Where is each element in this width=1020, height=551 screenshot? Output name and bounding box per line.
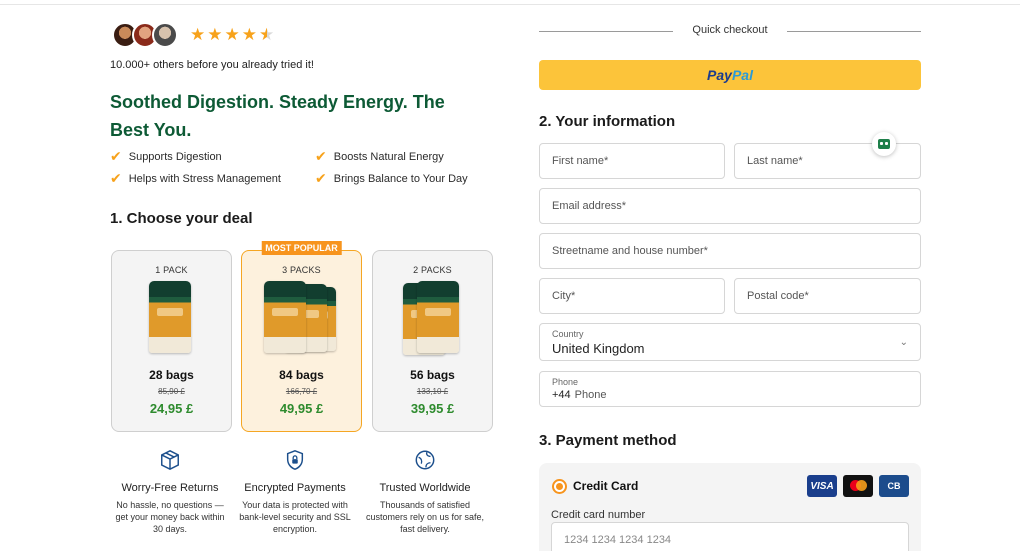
benefits-list: ✔ Supports Digestion ✔ Boosts Natural Ener… xyxy=(110,149,495,187)
country-select[interactable]: Country United Kingdom ⌄ xyxy=(539,323,921,361)
street-field[interactable]: Streetname and house number* xyxy=(539,233,921,269)
phone-country-code[interactable]: +44 xyxy=(552,389,571,401)
feature-description: No hassle, no questions — get your money… xyxy=(115,500,225,534)
trust-features: Worry-Free Returns No hassle, no questio… xyxy=(110,449,495,535)
box-return-icon xyxy=(161,450,179,470)
top-divider xyxy=(0,4,1020,5)
card-number-input[interactable]: 1234 1234 1234 1234 xyxy=(551,522,909,551)
pack-label: 1 PACK xyxy=(155,265,188,275)
product-image xyxy=(112,281,231,355)
star-icon: ★ xyxy=(241,24,257,45)
rating-stars: ★ ★ ★ ★ ★ xyxy=(190,24,275,45)
avatar xyxy=(152,22,178,48)
globe-check-icon xyxy=(415,450,435,470)
credit-card-option[interactable]: Credit Card VISA CB Credit card number 1… xyxy=(539,463,921,551)
cb-card-icon: CB xyxy=(879,475,909,497)
phone-placeholder: Phone xyxy=(574,389,607,401)
card-brand-logos: VISA CB xyxy=(807,475,909,497)
deal-price: 39,95 £ xyxy=(410,401,455,416)
feature-title: Trusted Worldwide xyxy=(379,482,471,494)
deal-section-title: 1. Choose your deal xyxy=(110,210,253,227)
check-icon: ✔ xyxy=(315,171,327,187)
benefit-item: ✔ Boosts Natural Energy xyxy=(315,149,444,165)
old-price: 133,10 £ xyxy=(416,387,449,396)
phone-field[interactable]: Phone +44 Phone xyxy=(539,371,921,407)
feature-returns: Worry-Free Returns No hassle, no questio… xyxy=(110,449,230,535)
credit-card-label: Credit Card xyxy=(573,479,639,493)
deal-option-3-packs[interactable]: MOST POPULAR 3 PACKS 84 bags 166,70 £ 49… xyxy=(241,241,362,432)
product-image xyxy=(242,281,361,355)
bag-count: 84 bags xyxy=(279,368,324,382)
pack-label: 3 PACKS xyxy=(282,265,321,275)
old-price: 85,90 £ xyxy=(158,387,185,396)
quick-checkout-label: Quick checkout xyxy=(692,24,768,36)
feature-title: Encrypted Payments xyxy=(244,482,346,494)
review-note: 10.000+ others before you already tried … xyxy=(110,59,314,71)
most-popular-badge: MOST POPULAR xyxy=(261,241,342,255)
deal-price: 24,95 £ xyxy=(149,401,194,416)
customer-avatars xyxy=(110,22,178,48)
feature-description: Thousands of satisfied customers rely on… xyxy=(365,500,485,534)
check-icon: ✔ xyxy=(315,149,327,165)
half-star-icon: ★ xyxy=(259,24,275,45)
pouch-image xyxy=(264,281,306,353)
mastercard-icon xyxy=(843,475,873,497)
paypal-logo-pal: Pal xyxy=(731,67,753,83)
deal-option-2-packs[interactable]: 2 PACKS 56 bags 133,10 £ 39,95 £ xyxy=(372,250,493,432)
reviews-row: ★ ★ ★ ★ ★ xyxy=(110,22,274,48)
star-icon: ★ xyxy=(207,24,223,45)
phone-label: Phone xyxy=(552,377,579,387)
feature-title: Worry-Free Returns xyxy=(121,482,219,494)
benefit-item: ✔ Helps with Stress Management xyxy=(110,171,281,187)
payment-section-title: 3. Payment method xyxy=(539,432,677,449)
paypal-button[interactable]: Pay Pal xyxy=(539,60,921,90)
feature-trusted: Trusted Worldwide Thousands of satisfied… xyxy=(360,449,490,535)
credit-card-radio[interactable] xyxy=(552,479,567,494)
check-icon: ✔ xyxy=(110,149,122,165)
check-icon: ✔ xyxy=(110,171,122,187)
benefit-item: ✔ Supports Digestion xyxy=(110,149,222,165)
autofill-assistant-icon[interactable] xyxy=(872,132,896,156)
quick-checkout-divider: Quick checkout xyxy=(539,24,921,38)
star-icon: ★ xyxy=(224,24,240,45)
city-field[interactable]: City* xyxy=(539,278,725,314)
product-image xyxy=(373,281,492,355)
pouch-image xyxy=(149,281,191,353)
page-headline: Soothed Digestion. Steady Energy. The Be… xyxy=(110,92,445,140)
paypal-logo-pay: Pay xyxy=(707,67,732,83)
first-name-field[interactable]: First name* xyxy=(539,143,725,179)
bag-count: 28 bags xyxy=(149,368,194,382)
deal-option-1-pack[interactable]: 1 PACK 28 bags 85,90 £ 24,95 £ xyxy=(111,250,232,432)
postal-code-field[interactable]: Postal code* xyxy=(734,278,921,314)
pack-label: 2 PACKS xyxy=(413,265,452,275)
country-label: Country xyxy=(552,328,584,339)
benefit-item: ✔ Brings Balance to Your Day xyxy=(315,171,468,187)
shield-lock-icon xyxy=(286,450,304,470)
pouch-image xyxy=(417,281,459,353)
email-field[interactable]: Email address* xyxy=(539,188,921,224)
chevron-down-icon: ⌄ xyxy=(899,337,908,348)
feature-encrypted: Encrypted Payments Your data is protecte… xyxy=(230,449,360,535)
card-number-label: Credit card number xyxy=(551,509,646,521)
visa-icon: VISA xyxy=(807,475,837,497)
country-value: United Kingdom xyxy=(552,340,645,356)
old-price: 166,70 £ xyxy=(285,387,318,396)
bag-count: 56 bags xyxy=(410,368,455,382)
star-icon: ★ xyxy=(190,24,206,45)
feature-description: Your data is protected with bank-level s… xyxy=(239,500,351,534)
information-section-title: 2. Your information xyxy=(539,113,676,130)
deal-price: 49,95 £ xyxy=(279,401,324,416)
